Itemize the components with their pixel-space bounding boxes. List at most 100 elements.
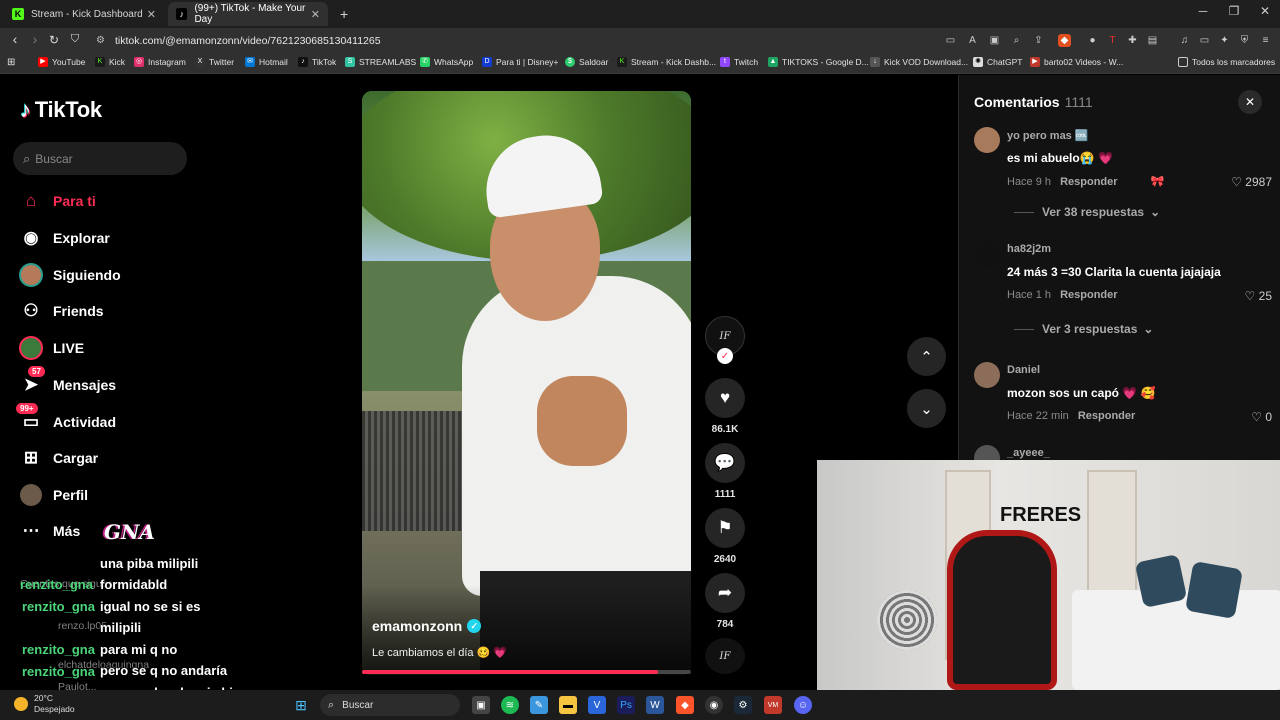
save-action[interactable]: ⚑ 2640	[705, 508, 745, 565]
nav-friends[interactable]: ⚇ Friends	[18, 298, 103, 324]
bookmark-barto02[interactable]: ▶ barto02 Videos - W...	[1030, 57, 1123, 67]
nav-siguiendo[interactable]: Siguiendo	[18, 262, 121, 288]
restore-icon[interactable]: ❐	[1218, 4, 1250, 18]
bookmark-twitch[interactable]: t Twitch	[720, 57, 758, 67]
forward-icon[interactable]: ›	[26, 31, 44, 47]
zoom-icon[interactable]: ⌕	[1010, 34, 1023, 47]
bookmark-instagram[interactable]: ◎ Instagram	[134, 57, 186, 67]
nav-perfil[interactable]: Perfil	[18, 482, 88, 508]
extension-icon[interactable]: ●	[1086, 34, 1099, 47]
heart-icon[interactable]: ♥	[705, 378, 745, 418]
bookmark-icon[interactable]: ⚑	[705, 508, 745, 548]
next-video-button[interactable]: ⌄	[907, 389, 946, 428]
tiktok-logo[interactable]: ♪ TikTok	[20, 97, 102, 123]
reply-button[interactable]: Responder	[1060, 176, 1117, 188]
comment-username[interactable]: yo pero mas 🆒	[1007, 129, 1089, 142]
translate-icon[interactable]: A	[966, 34, 979, 47]
bookmark-kick-vod[interactable]: ↓ Kick VOD Download...	[870, 57, 968, 67]
share-arrow-icon[interactable]: ➦	[705, 573, 745, 613]
discord-icon[interactable]: ☺	[794, 696, 812, 714]
avatar[interactable]	[974, 241, 1000, 267]
view-replies-button[interactable]: Ver 3 respuestas ⌄	[1014, 322, 1153, 336]
close-tab-icon[interactable]: ✕	[147, 8, 156, 21]
comment-like-button[interactable]: ♡ 0	[1212, 410, 1272, 424]
notepad-icon[interactable]: ✎	[530, 696, 548, 714]
task-view-icon[interactable]: ▣	[472, 696, 490, 714]
weather-widget[interactable]: 20°C Despejado	[14, 693, 75, 715]
taskbar-search[interactable]: ⌕ Buscar	[320, 694, 460, 716]
view-replies-button[interactable]: Ver 38 respuestas ⌄	[1014, 205, 1160, 219]
share-action[interactable]: ➦ 784	[705, 573, 745, 630]
reply-button[interactable]: Responder	[1060, 289, 1117, 301]
share-icon[interactable]: ⇪	[1032, 34, 1045, 47]
previous-video-button[interactable]: ⌃	[907, 337, 946, 376]
bookmark-tiktok[interactable]: ♪ TikTok	[298, 57, 336, 67]
bookmark-kick-dashboard[interactable]: K Stream - Kick Dashb...	[617, 57, 716, 67]
nav-actividad[interactable]: ▭ 99+ Actividad	[16, 403, 116, 435]
tab-kick-dashboard[interactable]: K Stream - Kick Dashboard ✕	[4, 2, 164, 26]
bookmark-chatgpt[interactable]: ✺ ChatGPT	[973, 57, 1022, 67]
video-player[interactable]	[362, 91, 691, 675]
bookmark-youtube[interactable]: ▶ YouTube	[38, 57, 85, 67]
like-action[interactable]: ♥ 86.1K	[705, 378, 745, 435]
bookmark-twitter[interactable]: X Twitter	[195, 57, 234, 67]
wallet-icon[interactable]: ▭	[1198, 34, 1211, 47]
comment-username[interactable]: _ayeee_	[1007, 447, 1050, 459]
video-author[interactable]: emamonzonn ✓	[372, 618, 482, 634]
brave-shield-icon[interactable]: ◆	[1058, 34, 1071, 47]
comment-like-button[interactable]: ♡ 2987	[1212, 175, 1272, 189]
menu-icon[interactable]: ≡	[1259, 34, 1272, 47]
address-bar[interactable]: ⚙ tiktok.com/@emamonzonn/video/762123068…	[88, 30, 1088, 51]
search-input[interactable]: ⌕ Buscar	[13, 142, 187, 175]
obs-icon[interactable]: ◉	[705, 696, 723, 714]
bookmark-saldoar[interactable]: $ Saldoar	[565, 57, 608, 67]
brave-icon[interactable]: ◆	[676, 696, 694, 714]
bookmark-kick[interactable]: K Kick	[95, 57, 125, 67]
word-icon[interactable]: W	[646, 696, 664, 714]
comment-action[interactable]: 💬 1111	[705, 443, 745, 500]
cast-icon[interactable]: ▭	[944, 34, 957, 47]
spotify-icon[interactable]: ≋	[501, 696, 519, 714]
nav-live[interactable]: LIVE	[18, 335, 84, 361]
nav-mensajes[interactable]: ➤ 57 Mensajes	[18, 366, 116, 398]
comment-username[interactable]: ha82j2m	[1007, 243, 1051, 255]
bookmark-page-icon[interactable]: ⛉	[66, 33, 84, 46]
bookmark-hotmail[interactable]: ✉ Hotmail	[245, 57, 288, 67]
extensions-puzzle-icon[interactable]: ✚	[1126, 34, 1139, 47]
close-comments-button[interactable]: ✕	[1238, 90, 1262, 114]
following-check-icon[interactable]: ✓	[717, 348, 733, 364]
reload-icon[interactable]: ↻	[45, 33, 63, 47]
bookmark-google-drive[interactable]: ▲ TIKTOKS - Google D...	[768, 57, 869, 67]
bookmark-streamlabs[interactable]: S STREAMLABS	[345, 57, 416, 67]
apps-icon[interactable]: ⊞	[7, 57, 15, 68]
video-progress-bar[interactable]	[362, 670, 691, 674]
vpn-icon[interactable]: ⛨	[1238, 34, 1251, 47]
site-info-icon[interactable]: ⚙	[96, 35, 105, 46]
avatar[interactable]	[974, 362, 1000, 388]
extension-red-icon[interactable]: T	[1106, 34, 1119, 47]
nav-para-ti[interactable]: ⌂ Para ti	[18, 188, 96, 214]
back-icon[interactable]: ‹	[6, 31, 24, 47]
close-window-icon[interactable]: ✕	[1249, 4, 1280, 18]
comment-icon[interactable]: 💬	[705, 443, 745, 483]
photoshop-icon[interactable]: Ps	[617, 696, 635, 714]
comment-like-button[interactable]: ♡ 25	[1212, 289, 1272, 303]
new-tab-button[interactable]: +	[332, 2, 352, 26]
all-bookmarks[interactable]: Todos los marcadores	[1178, 57, 1275, 67]
minimize-icon[interactable]: ─	[1187, 4, 1219, 18]
voicemod-icon[interactable]: VM	[764, 696, 782, 714]
bookmark-whatsapp[interactable]: ✆ WhatsApp	[420, 57, 473, 67]
avatar[interactable]	[974, 127, 1000, 153]
screen-icon[interactable]: ▣	[988, 34, 1001, 47]
sidebar-icon[interactable]: ▤	[1146, 34, 1159, 47]
steam-icon[interactable]: ⚙	[734, 696, 752, 714]
file-explorer-icon[interactable]: ▬	[559, 696, 577, 714]
tab-tiktok[interactable]: ♪ (99+) TikTok - Make Your Day ✕	[168, 2, 328, 26]
music-disc[interactable]: IF	[705, 638, 745, 674]
reply-button[interactable]: Responder	[1078, 410, 1135, 422]
nav-cargar[interactable]: ⊞ Cargar	[18, 445, 98, 471]
media-icon[interactable]: ♫	[1178, 34, 1191, 47]
comment-username[interactable]: Daniel	[1007, 364, 1040, 376]
leo-icon[interactable]: ✦	[1218, 34, 1231, 47]
windows-start-icon[interactable]: ⊞	[292, 696, 310, 714]
